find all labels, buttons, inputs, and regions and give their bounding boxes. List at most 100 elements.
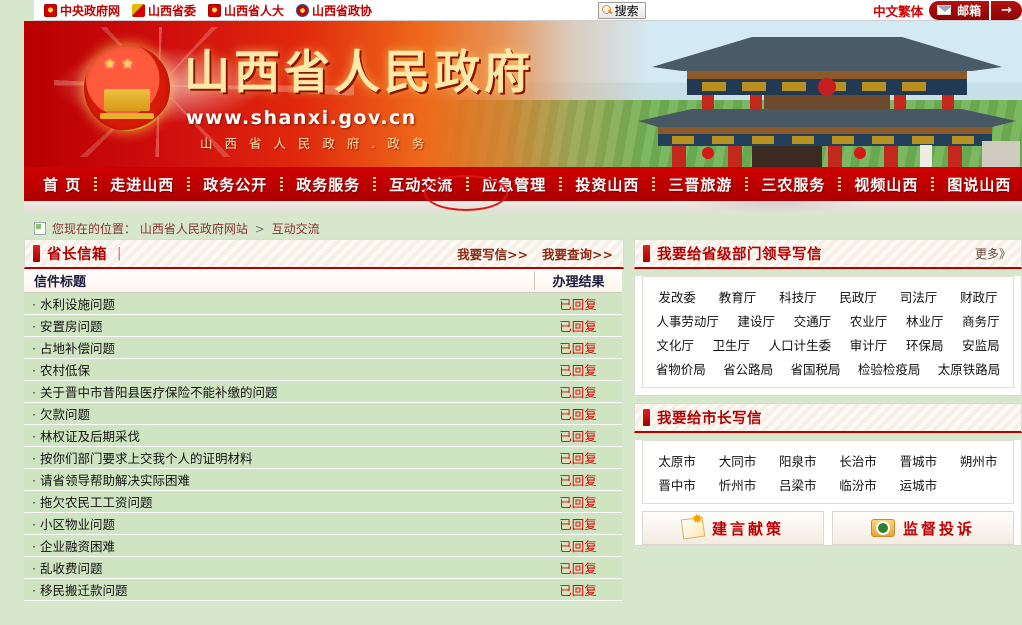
department-link[interactable]: 建设厅 xyxy=(735,311,777,330)
city-link[interactable]: 阳泉市 xyxy=(768,451,828,470)
nav-item-agriculture[interactable]: 三农服务 xyxy=(748,174,838,195)
department-link[interactable]: 人事劳动厅 xyxy=(654,311,721,330)
department-link[interactable]: 省物价局 xyxy=(654,359,708,378)
toplink-label: 山西省人大 xyxy=(224,2,284,19)
city-link[interactable]: 太原市 xyxy=(647,451,707,470)
table-row[interactable]: 水利设施问题已回复 xyxy=(24,293,622,315)
city-link[interactable]: 忻州市 xyxy=(707,475,767,494)
table-row[interactable]: 关于晋中市昔阳县医疗保险不能补缴的问题已回复 xyxy=(24,381,622,403)
letters-table-header: 信件标题 办理结果 xyxy=(24,269,622,293)
suggestion-button[interactable]: 建言献策 xyxy=(642,511,824,545)
department-link[interactable]: 环保局 xyxy=(904,335,946,354)
traditional-chinese-toggle[interactable]: 中文繁体 xyxy=(867,1,929,20)
nav-item-into-shanxi[interactable]: 走进山西 xyxy=(97,174,187,195)
table-row[interactable]: 占地补偿问题已回复 xyxy=(24,337,622,359)
letter-title-link[interactable]: 水利设施问题 xyxy=(24,294,534,313)
table-row[interactable]: 小区物业问题已回复 xyxy=(24,513,622,535)
letters-table-body: 水利设施问题已回复安置房问题已回复占地补偿问题已回复农村低保已回复关于晋中市昔阳… xyxy=(24,293,622,601)
table-row[interactable]: 按你们部门要求上交我个人的证明材料已回复 xyxy=(24,447,622,469)
department-link[interactable]: 教育厅 xyxy=(717,287,759,306)
city-link[interactable]: 临汾市 xyxy=(828,475,888,494)
table-row[interactable]: 乱收费问题已回复 xyxy=(24,557,622,579)
letter-title-link[interactable]: 林权证及后期采伐 xyxy=(24,426,534,445)
search-button-label: 搜索 xyxy=(615,2,639,19)
query-letter-link[interactable]: 我要查询>> xyxy=(542,244,613,263)
department-link[interactable]: 审计厅 xyxy=(848,335,890,354)
letter-title-link[interactable]: 请省领导帮助解决实际困难 xyxy=(24,470,534,489)
table-row[interactable]: 请省领导帮助解决实际困难已回复 xyxy=(24,469,622,491)
letter-title-link[interactable]: 乱收费问题 xyxy=(24,558,534,577)
city-link[interactable]: 晋中市 xyxy=(647,475,707,494)
nav-item-home[interactable]: 首 页 xyxy=(30,174,94,195)
department-link[interactable]: 省国税局 xyxy=(788,359,842,378)
table-row[interactable]: 林权证及后期采伐已回复 xyxy=(24,425,622,447)
department-link[interactable]: 卫生厅 xyxy=(710,335,752,354)
department-link[interactable]: 人口计生委 xyxy=(767,335,834,354)
title-divider: | xyxy=(117,246,121,261)
letter-title-link[interactable]: 按你们部门要求上交我个人的证明材料 xyxy=(24,448,534,467)
nav-item-tourism[interactable]: 三晋旅游 xyxy=(655,174,745,195)
top-utility-bar: 中央政府网 山西省委 山西省人大 山西省政协 搜索 中文繁体 邮箱 → xyxy=(0,0,1022,21)
complaint-button[interactable]: 监督投诉 xyxy=(832,511,1014,545)
city-link[interactable]: 长治市 xyxy=(828,451,888,470)
letter-title-link[interactable]: 农村低保 xyxy=(24,360,534,379)
write-letter-link[interactable]: 我要写信>> xyxy=(457,244,528,263)
nav-item-gov-openness[interactable]: 政务公开 xyxy=(190,174,280,195)
departments-header: 我要给省级部门领导写信 更多》 xyxy=(634,239,1022,269)
mailbox-go-button[interactable]: → xyxy=(991,1,1022,20)
department-link[interactable]: 检验检疫局 xyxy=(856,359,923,378)
search-button[interactable]: 搜索 xyxy=(598,2,646,19)
department-link[interactable]: 文化厅 xyxy=(654,335,696,354)
departments-more-link[interactable]: 更多》 xyxy=(975,245,1011,262)
letter-title-link[interactable]: 小区物业问题 xyxy=(24,514,534,533)
nav-item-photos[interactable]: 图说山西 xyxy=(934,174,1022,195)
toplink-provincial-party[interactable]: 山西省委 xyxy=(128,2,200,19)
table-row[interactable]: 欠款问题已回复 xyxy=(24,403,622,425)
city-link[interactable]: 吕梁市 xyxy=(768,475,828,494)
toplink-provincial-cppcc[interactable]: 山西省政协 xyxy=(292,2,376,19)
letter-title-link[interactable]: 拖欠农民工工资问题 xyxy=(24,492,534,511)
breadcrumb-site-link[interactable]: 山西省人民政府网站 xyxy=(140,222,248,236)
toplink-central-gov[interactable]: 中央政府网 xyxy=(40,2,124,19)
mailbox-button[interactable]: 邮箱 xyxy=(929,1,989,20)
nav-item-invest[interactable]: 投资山西 xyxy=(562,174,652,195)
department-link[interactable]: 发改委 xyxy=(656,287,698,306)
letter-title-link[interactable]: 安置房问题 xyxy=(24,316,534,335)
department-link[interactable]: 司法厅 xyxy=(898,287,940,306)
nav-item-interaction[interactable]: 互动交流 xyxy=(376,174,466,195)
letter-title-link[interactable]: 移民搬迁款问题 xyxy=(24,580,534,599)
department-link[interactable]: 林业厅 xyxy=(904,311,946,330)
nav-item-emergency[interactable]: 应急管理 xyxy=(469,174,559,195)
breadcrumb-current[interactable]: 互动交流 xyxy=(272,222,320,236)
mayors-header: 我要给市长写信 xyxy=(634,403,1022,433)
nav-item-gov-services[interactable]: 政务服务 xyxy=(283,174,373,195)
department-link[interactable]: 商务厅 xyxy=(960,311,1002,330)
letter-title-link[interactable]: 企业融资困难 xyxy=(24,536,534,555)
department-link[interactable]: 民政厅 xyxy=(837,287,879,306)
banner-url: www.shanxi.gov.cn xyxy=(186,107,417,129)
column-header-title: 信件标题 xyxy=(24,271,534,290)
department-link[interactable]: 太原铁路局 xyxy=(936,359,1003,378)
table-row[interactable]: 拖欠农民工工资问题已回复 xyxy=(24,491,622,513)
city-link[interactable]: 大同市 xyxy=(707,451,767,470)
department-link[interactable]: 农业厅 xyxy=(848,311,890,330)
table-row[interactable]: 企业融资困难已回复 xyxy=(24,535,622,557)
table-row[interactable]: 农村低保已回复 xyxy=(24,359,622,381)
city-link[interactable]: 运城市 xyxy=(888,475,948,494)
toplink-provincial-npc[interactable]: 山西省人大 xyxy=(204,2,288,19)
table-row[interactable]: 安置房问题已回复 xyxy=(24,315,622,337)
department-link[interactable]: 科技厅 xyxy=(777,287,819,306)
nav-item-video[interactable]: 视频山西 xyxy=(841,174,931,195)
city-link[interactable]: 晋城市 xyxy=(888,451,948,470)
letter-title-link[interactable]: 占地补偿问题 xyxy=(24,338,534,357)
department-link[interactable]: 安监局 xyxy=(960,335,1002,354)
department-link[interactable]: 交通厅 xyxy=(792,311,834,330)
department-link[interactable]: 财政厅 xyxy=(958,287,1000,306)
department-link[interactable]: 省公路局 xyxy=(721,359,775,378)
toplink-label: 山西省政协 xyxy=(312,2,372,19)
city-link[interactable]: 朔州市 xyxy=(948,451,1008,470)
governor-mailbox-header: 省长信箱 | 我要写信>> 我要查询>> xyxy=(24,239,624,269)
letter-title-link[interactable]: 欠款问题 xyxy=(24,404,534,423)
table-row[interactable]: 移民搬迁款问题已回复 xyxy=(24,579,622,601)
letter-title-link[interactable]: 关于晋中市昔阳县医疗保险不能补缴的问题 xyxy=(24,382,534,401)
